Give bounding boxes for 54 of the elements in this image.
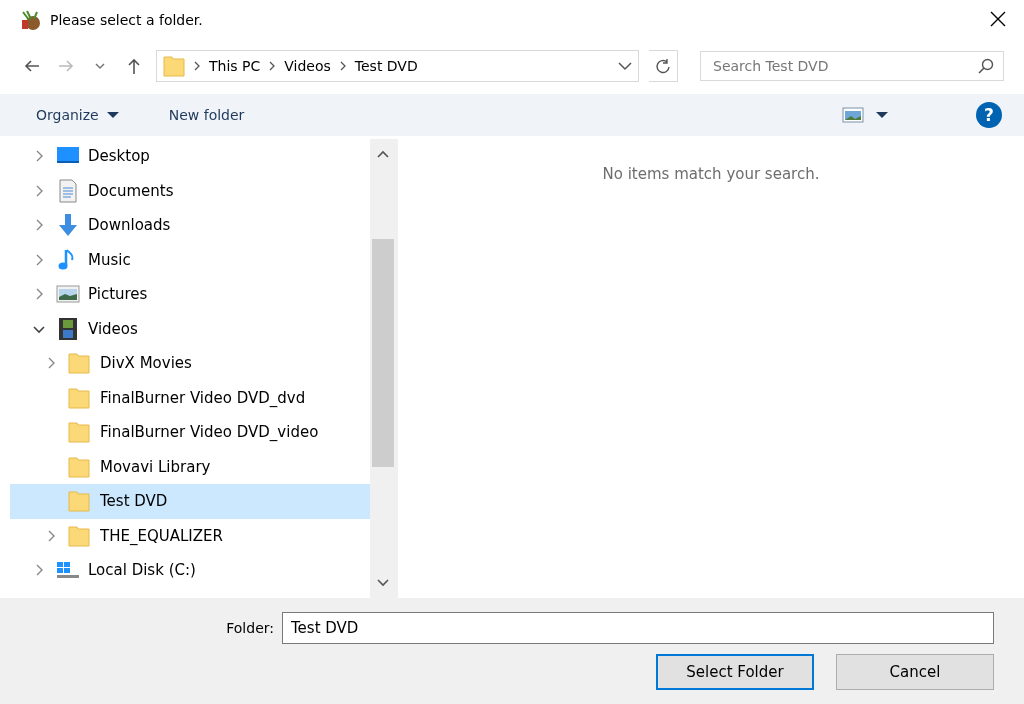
tree-item[interactable]: THE_EQUALIZER	[10, 518, 370, 553]
chevron-right-icon	[193, 61, 201, 71]
tree-item[interactable]: Music	[10, 242, 370, 277]
tree-item[interactable]: Pictures	[10, 277, 370, 312]
tree-item[interactable]: FinalBurner Video DVD_dvd	[10, 380, 370, 415]
search-icon	[978, 58, 994, 74]
picture-icon[interactable]	[842, 107, 864, 123]
folder-icon	[68, 523, 92, 548]
folder-icon	[68, 454, 92, 479]
breadcrumb[interactable]: Test DVD	[354, 58, 418, 74]
chevron-up-icon[interactable]	[377, 150, 389, 158]
chevron-right-icon	[338, 61, 347, 71]
document-icon	[56, 178, 80, 203]
scrollbar-thumb[interactable]	[372, 239, 394, 467]
folder-icon	[68, 489, 92, 514]
chevron-down-icon[interactable]	[618, 61, 632, 71]
tree-item[interactable]: Documents	[10, 173, 370, 208]
folder-icon	[163, 54, 185, 78]
organize-button[interactable]: Organize	[28, 103, 127, 127]
down-arrow-icon	[56, 213, 80, 238]
chevron-down-icon[interactable]	[94, 61, 106, 71]
chevron-down-icon[interactable]	[377, 579, 389, 587]
refresh-button[interactable]	[649, 50, 678, 82]
tree-item[interactable]: Local Disk (C:)	[10, 553, 370, 588]
window-title: Please select a folder.	[50, 12, 204, 28]
chevron-right-icon	[268, 61, 277, 71]
caret-icon	[106, 111, 119, 119]
cancel-button[interactable]: Cancel	[836, 654, 994, 690]
folder-label: Folder:	[226, 620, 274, 636]
close-icon	[990, 11, 1006, 27]
empty-message: No items match your search.	[602, 165, 820, 185]
tree-item[interactable]: Desktop	[10, 139, 370, 174]
caret-icon[interactable]	[876, 111, 888, 119]
folder-icon	[68, 420, 92, 445]
address-bar[interactable]: This PC Videos Test DVD	[156, 50, 639, 82]
breadcrumb[interactable]: Videos	[284, 58, 331, 74]
tree-item[interactable]: DivX Movies	[10, 346, 370, 381]
folder-field[interactable]: Test DVD	[282, 612, 994, 644]
folder-icon	[68, 385, 92, 410]
tree-item[interactable]: Test DVD	[10, 484, 370, 519]
new-folder-button[interactable]: New folder	[160, 103, 253, 127]
select-folder-button[interactable]: Select Folder	[656, 654, 814, 690]
tree-item[interactable]: Videos	[10, 311, 370, 346]
tree-item[interactable]: FinalBurner Video DVD_video	[10, 415, 370, 450]
film-icon	[56, 316, 80, 341]
folder-icon	[68, 351, 92, 376]
tree-item[interactable]: Downloads	[10, 208, 370, 243]
scrollbar[interactable]	[370, 139, 396, 598]
refresh-icon	[655, 58, 671, 74]
search-field[interactable]: Search Test DVD	[700, 51, 1004, 81]
breadcrumb[interactable]: This PC	[209, 58, 261, 74]
tree-item[interactable]: Movavi Library	[10, 449, 370, 484]
help-button[interactable]: ?	[976, 102, 1002, 128]
app-icon	[20, 9, 42, 31]
